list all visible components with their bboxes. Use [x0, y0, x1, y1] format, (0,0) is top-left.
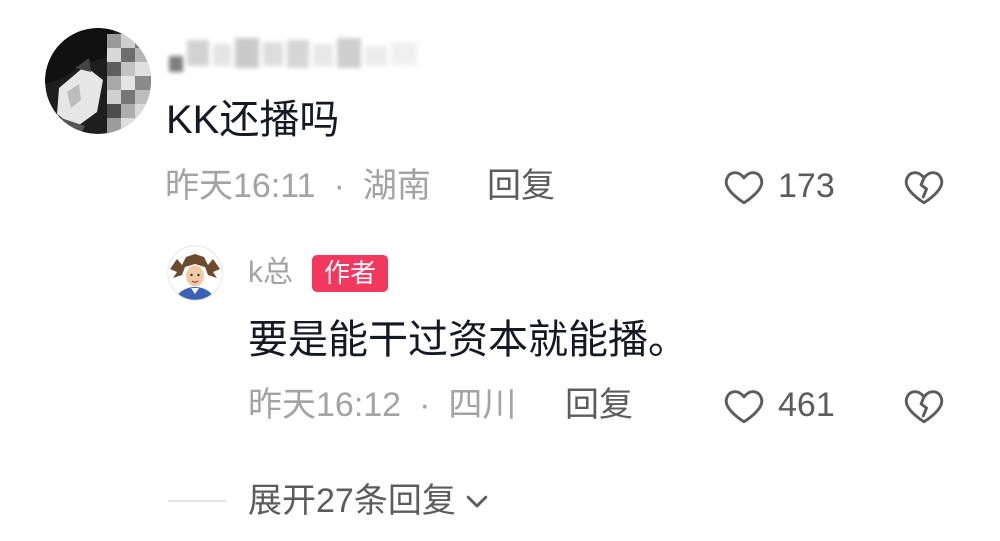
- reply-button[interactable]: 回复: [487, 166, 555, 206]
- reply-time: 昨天16:12: [248, 386, 402, 424]
- reply-text[interactable]: 要是能干过资本就能播。: [248, 318, 688, 362]
- comment-text[interactable]: KK还播吗: [166, 98, 339, 142]
- reply-author-avatar[interactable]: [167, 245, 223, 301]
- chevron-down-icon: [466, 495, 488, 508]
- comment-location: 湖南: [362, 167, 431, 205]
- dislike-button[interactable]: [902, 385, 946, 425]
- username-blurred[interactable]: [165, 34, 423, 76]
- dislike-button[interactable]: [902, 166, 946, 206]
- heart-outline-icon: [724, 171, 764, 205]
- heart-outline-icon: [724, 390, 764, 424]
- like-button[interactable]: 461: [722, 385, 835, 425]
- like-count: 173: [778, 167, 835, 205]
- reply-author-name[interactable]: k总: [248, 255, 293, 291]
- reply-location: 四川: [448, 386, 517, 424]
- divider-line: [168, 500, 226, 502]
- like-button[interactable]: 173: [722, 166, 835, 206]
- expand-replies-label: 展开27条回复: [248, 482, 456, 520]
- author-badge: 作者: [312, 255, 388, 292]
- broken-heart-icon: [904, 171, 944, 205]
- reply-button[interactable]: 回复: [565, 385, 633, 425]
- broken-heart-icon: [904, 390, 944, 424]
- meta-separator: ·: [333, 167, 345, 205]
- commenter-avatar[interactable]: [45, 28, 151, 134]
- like-count: 461: [778, 386, 835, 424]
- expand-replies-button[interactable]: 展开27条回复: [248, 481, 492, 521]
- comment-meta: 昨天16:11 · 湖南: [165, 166, 431, 206]
- comment-time: 昨天16:11: [165, 167, 316, 205]
- meta-separator: ·: [419, 386, 431, 424]
- reply-meta: 昨天16:12 · 四川: [248, 385, 516, 425]
